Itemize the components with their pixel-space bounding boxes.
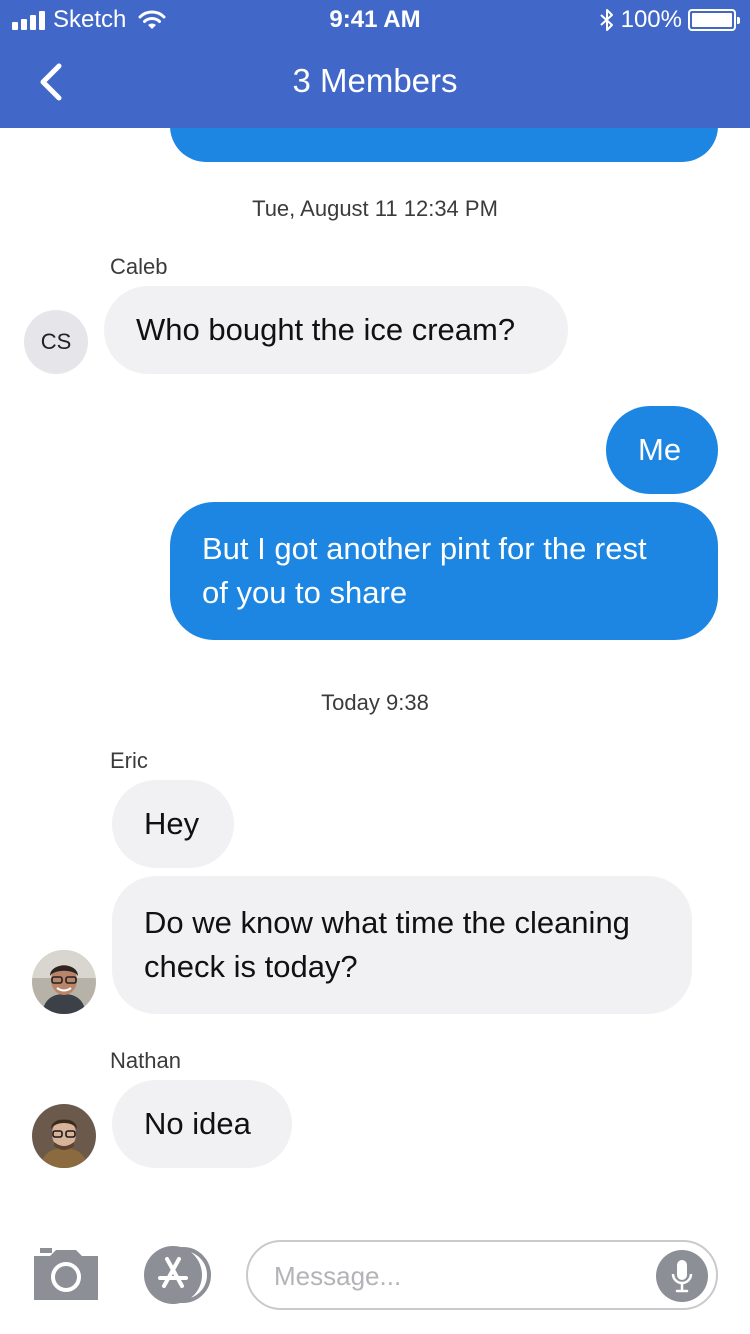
sender-name-caleb: Caleb [110, 254, 168, 279]
status-right: 100% [599, 6, 740, 34]
message-thread: Tue, August 11 12:34 PM Caleb CS Who bou… [0, 0, 750, 1334]
status-bar: Sketch 9:41 AM 100% [0, 0, 750, 40]
message-text: Me [638, 432, 682, 467]
profile-photo-eric [32, 950, 96, 1014]
app-store-icon [144, 1246, 211, 1304]
message-text-line: check is today? [144, 949, 358, 984]
message-bubble-incoming[interactable]: Hey [112, 780, 234, 868]
avatar-nathan[interactable] [32, 1104, 96, 1168]
sender-name-nathan: Nathan [110, 1048, 181, 1073]
battery-percent: 100% [620, 6, 682, 33]
message-text-line: But I got another pint for the rest [202, 531, 647, 566]
timestamp: Tue, August 11 12:34 PM [252, 196, 498, 221]
nav-header: Sketch 9:41 AM 100% 3 Members [0, 0, 750, 128]
microphone-button[interactable] [656, 1250, 708, 1302]
message-input[interactable] [274, 1254, 644, 1298]
message-input-container [246, 1240, 718, 1310]
message-bubble-incoming[interactable]: No idea [112, 1080, 292, 1168]
microphone-icon [671, 1260, 693, 1293]
message-text: No idea [144, 1106, 251, 1141]
bluetooth-icon [599, 9, 613, 31]
nav-bar: 3 Members [0, 50, 750, 114]
message-bubble-outgoing[interactable]: Me [606, 406, 718, 494]
avatar-caleb[interactable]: CS [24, 310, 88, 374]
message-text-line: Do we know what time the cleaning [144, 905, 630, 940]
avatar-initials: CS [40, 329, 72, 354]
battery-icon [688, 9, 740, 31]
message-text: Who bought the ice cream? [136, 312, 516, 347]
apps-button[interactable] [140, 1246, 216, 1304]
message-text: Hey [144, 806, 200, 841]
timestamp: Today 9:38 [321, 690, 429, 715]
camera-icon [34, 1248, 98, 1300]
camera-button[interactable] [34, 1248, 98, 1300]
profile-photo-nathan [32, 1104, 96, 1168]
page-title: 3 Members [292, 62, 458, 99]
message-bubble-outgoing[interactable]: But I got another pint for the rest of y… [170, 502, 718, 640]
sender-name-eric: Eric [110, 748, 148, 773]
avatar-eric[interactable] [32, 950, 96, 1014]
battery-level-fill [692, 13, 732, 27]
message-bubble-incoming[interactable]: Do we know what time the cleaning check … [112, 876, 692, 1014]
message-bubble-incoming[interactable]: Who bought the ice cream? [104, 286, 568, 374]
message-text-line: of you to share [202, 575, 408, 610]
